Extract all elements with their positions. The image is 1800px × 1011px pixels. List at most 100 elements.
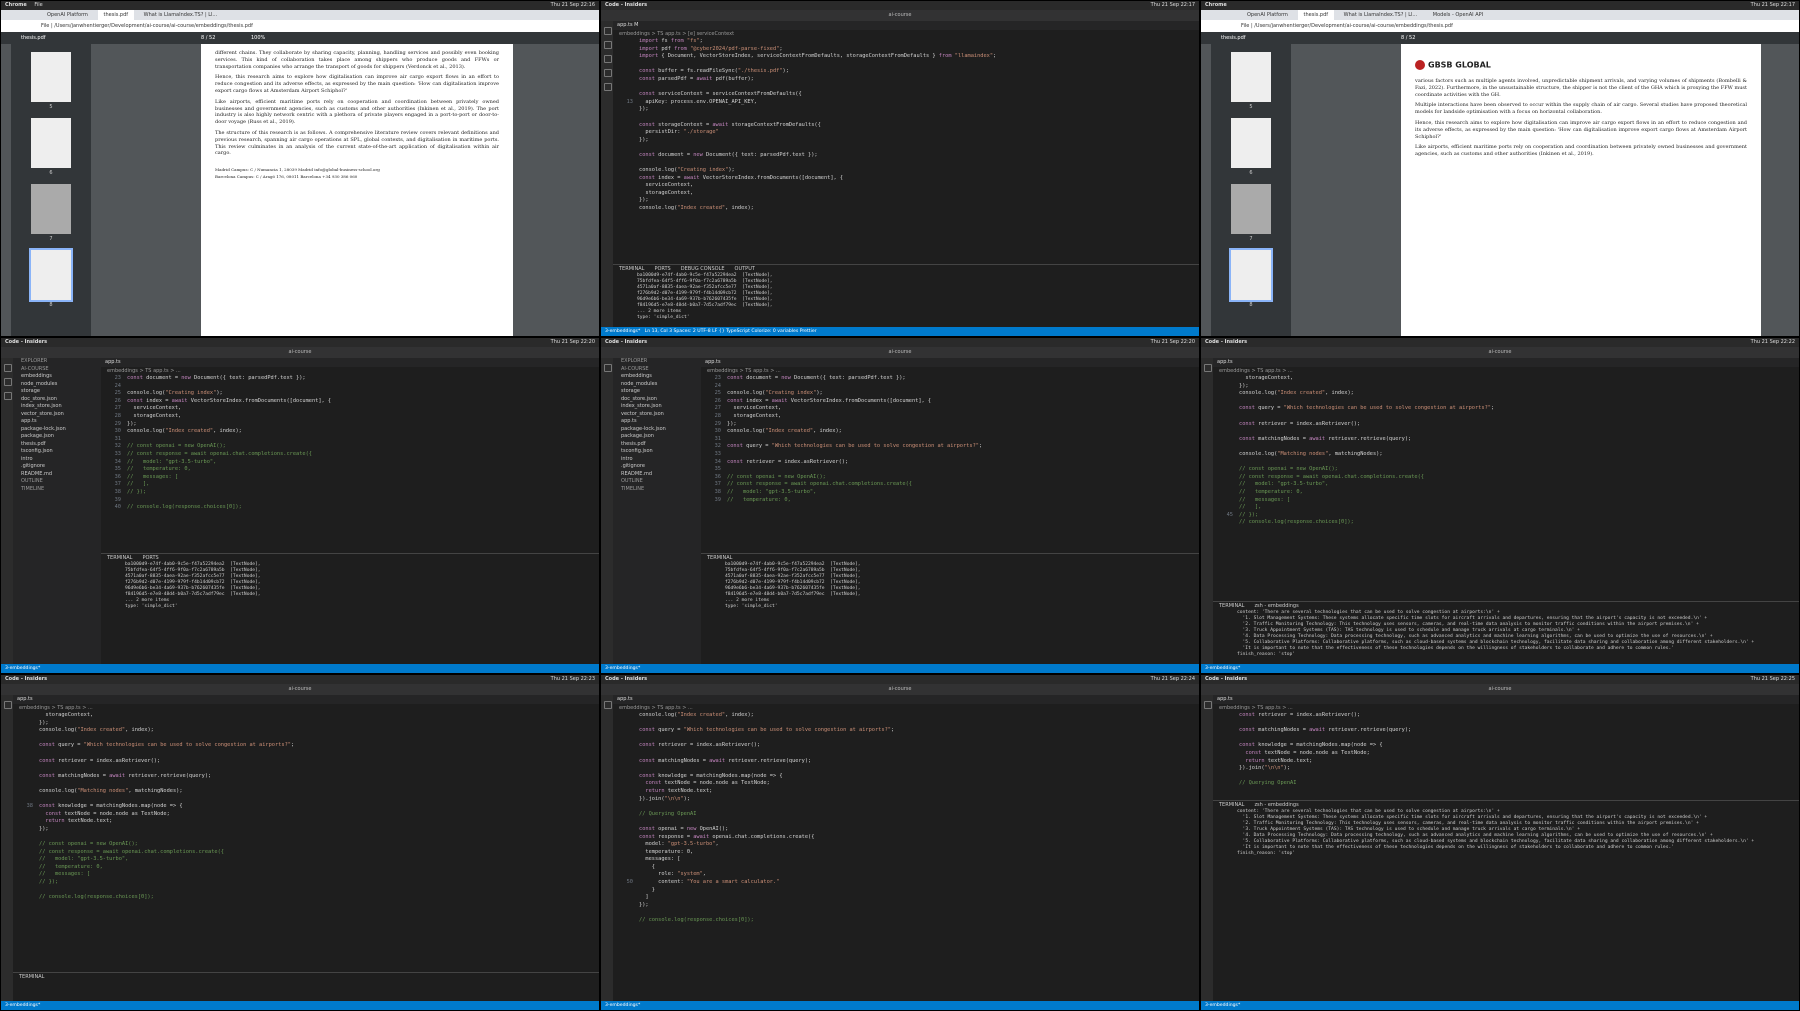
- breadcrumb[interactable]: embeddings > TS app.ts > ...: [13, 704, 599, 712]
- files-icon[interactable]: [1204, 701, 1212, 709]
- explorer-item[interactable]: app.ts: [613, 418, 701, 426]
- pdf-thumbnail[interactable]: [1231, 118, 1271, 168]
- code-line[interactable]: 23 const document = new Document({ text: …: [707, 375, 1199, 383]
- code-line[interactable]: const knowledge = matchingNodes.map(node…: [1219, 742, 1799, 750]
- explorer-item[interactable]: tsconfig.json: [13, 448, 101, 456]
- terminal-output[interactable]: ba1000d9-e74f-4ab0-9c5e-f47a52294ea2 [Te…: [613, 273, 1199, 321]
- code-line[interactable]: 33 // const response = await openai.chat.…: [107, 451, 599, 459]
- git-branch[interactable]: 3-embeddings*: [5, 1003, 40, 1008]
- code-line[interactable]: const query = "Which technologies can be…: [619, 727, 1199, 735]
- tab-ports[interactable]: PORTS: [654, 266, 670, 272]
- explorer-item[interactable]: node_modules: [613, 381, 701, 389]
- code-line[interactable]: });: [619, 197, 1199, 205]
- editor-tab[interactable]: app.ts: [613, 695, 1199, 704]
- explorer-item[interactable]: package-lock.json: [613, 426, 701, 434]
- explorer-item[interactable]: intro: [613, 456, 701, 464]
- code-line[interactable]: persistDir: "./storage": [619, 129, 1199, 137]
- explorer-item[interactable]: thesis.pdf: [13, 441, 101, 449]
- tab-terminal[interactable]: TERMINAL: [619, 266, 644, 272]
- terminal-output[interactable]: ba1000d9-e74f-4ab0-9c5e-f47a52294ea2 [Te…: [701, 562, 1199, 610]
- code-line[interactable]: [1219, 773, 1799, 781]
- pdf-page-indicator[interactable]: 8 / 52: [1401, 32, 1415, 44]
- git-branch[interactable]: 3-embeddings*: [1205, 666, 1240, 671]
- code-line[interactable]: [1219, 398, 1799, 406]
- git-branch[interactable]: 3-embeddings*: [605, 666, 640, 671]
- files-icon[interactable]: [604, 364, 612, 372]
- code-line[interactable]: const query = "Which technologies can be…: [19, 742, 599, 750]
- terminal-output[interactable]: content: 'There are several technologies…: [1213, 610, 1799, 658]
- code-line[interactable]: [619, 765, 1199, 773]
- menu-app[interactable]: Code - Insiders: [605, 2, 647, 8]
- git-branch[interactable]: 3-embeddings*: [5, 666, 40, 671]
- explorer-item[interactable]: vector_store.json: [613, 411, 701, 419]
- code-line[interactable]: });: [619, 137, 1199, 145]
- explorer-item[interactable]: storage: [613, 388, 701, 396]
- tab-thesis-pdf[interactable]: thesis.pdf: [1297, 10, 1335, 20]
- code-line[interactable]: 37 // const response = await openai.chat.…: [707, 481, 1199, 489]
- code-line[interactable]: // model: "gpt-3.5-turbo",: [19, 856, 599, 864]
- code-line[interactable]: storageContext,: [1219, 375, 1799, 383]
- code-line[interactable]: 28 storageContext,: [707, 413, 1199, 421]
- code-line[interactable]: [619, 720, 1199, 728]
- code-line[interactable]: console.log("Index created", index);: [1219, 390, 1799, 398]
- code-line[interactable]: serviceContext,: [619, 182, 1199, 190]
- menu-app[interactable]: Code - Insiders: [5, 339, 47, 345]
- code-line[interactable]: 27 serviceContext,: [707, 405, 1199, 413]
- code-line[interactable]: 24: [707, 383, 1199, 391]
- git-branch[interactable]: 3-embeddings*: [605, 329, 640, 334]
- code-line[interactable]: 26 const index = await VectorStoreIndex.f…: [107, 398, 599, 406]
- code-line[interactable]: 36 // messages: [: [107, 474, 599, 482]
- code-line[interactable]: 38 const knowledge = matchingNodes.map(no…: [19, 803, 599, 811]
- code-line[interactable]: [1219, 735, 1799, 743]
- explorer-item[interactable]: package.json: [13, 433, 101, 441]
- code-line[interactable]: }: [619, 887, 1199, 895]
- code-line[interactable]: // temperature: 0,: [19, 864, 599, 872]
- extensions-icon[interactable]: [604, 83, 612, 91]
- code-line[interactable]: [19, 834, 599, 842]
- explorer-item[interactable]: doc_store.json: [613, 396, 701, 404]
- code-line[interactable]: // model: "gpt-3.5-turbo",: [1219, 481, 1799, 489]
- code-line[interactable]: // temperature: 0,: [1219, 489, 1799, 497]
- code-line[interactable]: const textNode = node.node as TextNode;: [619, 780, 1199, 788]
- code-line[interactable]: console.log("Index created", index);: [19, 727, 599, 735]
- code-line[interactable]: });: [619, 106, 1199, 114]
- menu-app[interactable]: Chrome: [1205, 2, 1227, 8]
- code-line[interactable]: [19, 780, 599, 788]
- code-line[interactable]: [19, 796, 599, 804]
- code-line[interactable]: const query = "Which technologies can be…: [1219, 405, 1799, 413]
- code-line[interactable]: const retriever = index.asRetriever();: [1219, 421, 1799, 429]
- code-line[interactable]: [619, 114, 1199, 122]
- code-line[interactable]: ]: [619, 894, 1199, 902]
- code-line[interactable]: 36 // const openai = new OpenAI();: [707, 474, 1199, 482]
- source-control-icon[interactable]: [604, 55, 612, 63]
- explorer-item[interactable]: vector_store.json: [13, 411, 101, 419]
- code-line[interactable]: [19, 887, 599, 895]
- code-line[interactable]: temperature: 0,: [619, 849, 1199, 857]
- code-line[interactable]: });: [1219, 383, 1799, 391]
- code-line[interactable]: import { Document, VectorStoreIndex, ser…: [619, 53, 1199, 61]
- explorer-item[interactable]: package-lock.json: [13, 426, 101, 434]
- explorer-item[interactable]: thesis.pdf: [613, 441, 701, 449]
- code-line[interactable]: const serviceContext = serviceContextFro…: [619, 91, 1199, 99]
- code-line[interactable]: 28 storageContext,: [107, 413, 599, 421]
- source-control-icon[interactable]: [4, 392, 12, 400]
- code-line[interactable]: const document = new Document({ text: pa…: [619, 152, 1199, 160]
- menu-app[interactable]: Code - Insiders: [1205, 339, 1247, 345]
- explorer-item[interactable]: package.json: [613, 433, 701, 441]
- explorer-item[interactable]: doc_store.json: [13, 396, 101, 404]
- breadcrumb[interactable]: embeddings > TS app.ts > ...: [1213, 367, 1799, 375]
- code-line[interactable]: 38 // model: "gpt-3.5-turbo",: [707, 489, 1199, 497]
- menu-app[interactable]: Code - Insiders: [605, 339, 647, 345]
- breadcrumb[interactable]: embeddings > TS app.ts > ...: [101, 367, 599, 375]
- menu-app[interactable]: Chrome: [5, 2, 27, 8]
- code-block[interactable]: 23 const document = new Document({ text: …: [701, 375, 1199, 504]
- breadcrumb[interactable]: embeddings > TS app.ts > [e] serviceCont…: [613, 30, 1199, 38]
- files-icon[interactable]: [1204, 364, 1212, 372]
- code-line[interactable]: // console.log(response.choices[0]);: [19, 894, 599, 902]
- code-line[interactable]: // Querying OpenAI: [1219, 780, 1799, 788]
- pdf-thumbnail[interactable]: [31, 52, 71, 102]
- tab-terminal[interactable]: TERMINAL: [19, 974, 44, 980]
- git-branch[interactable]: 3-embeddings*: [1205, 1003, 1240, 1008]
- code-line[interactable]: [1219, 443, 1799, 451]
- files-icon[interactable]: [604, 701, 612, 709]
